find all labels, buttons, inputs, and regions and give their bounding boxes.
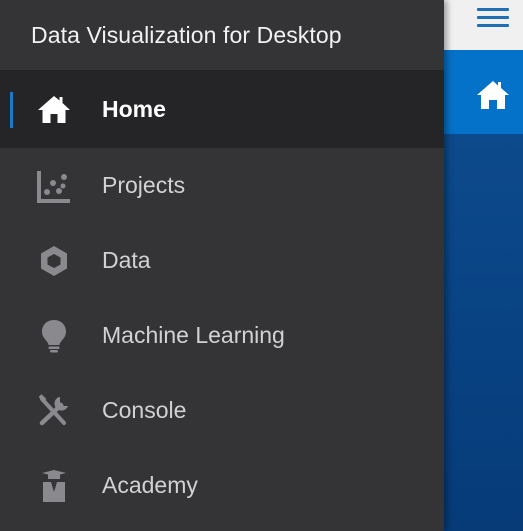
lightbulb-icon xyxy=(36,318,72,354)
nav-item-home[interactable]: Home xyxy=(0,70,444,148)
nav-item-label: Home xyxy=(102,95,166,122)
scatter-plot-icon xyxy=(36,168,72,204)
tools-icon xyxy=(36,393,72,429)
home-icon xyxy=(36,91,72,127)
nav-item-label: Machine Learning xyxy=(102,322,285,348)
nav-item-console[interactable]: Console xyxy=(0,373,444,448)
app-title: Data Visualization for Desktop xyxy=(31,21,342,48)
nav-item-projects[interactable]: Projects xyxy=(0,148,444,223)
nav-item-label: Console xyxy=(102,397,187,423)
nav-item-label: Data xyxy=(102,247,151,273)
home-icon[interactable] xyxy=(475,78,511,112)
nav-item-label: Projects xyxy=(102,172,186,198)
hexagon-icon xyxy=(36,243,72,279)
nav-item-machine-learning[interactable]: Machine Learning xyxy=(0,298,444,373)
nav-item-data[interactable]: Data xyxy=(0,223,444,298)
hamburger-menu-icon[interactable] xyxy=(477,8,509,28)
nav-item-label: Academy xyxy=(102,472,198,498)
nav-list: Home Projects Data Machine Learning Cons… xyxy=(0,70,444,523)
nav-item-academy[interactable]: Academy xyxy=(0,448,444,523)
graduate-icon xyxy=(36,468,72,504)
navigation-drawer: Data Visualization for Desktop Home Proj… xyxy=(0,0,444,531)
